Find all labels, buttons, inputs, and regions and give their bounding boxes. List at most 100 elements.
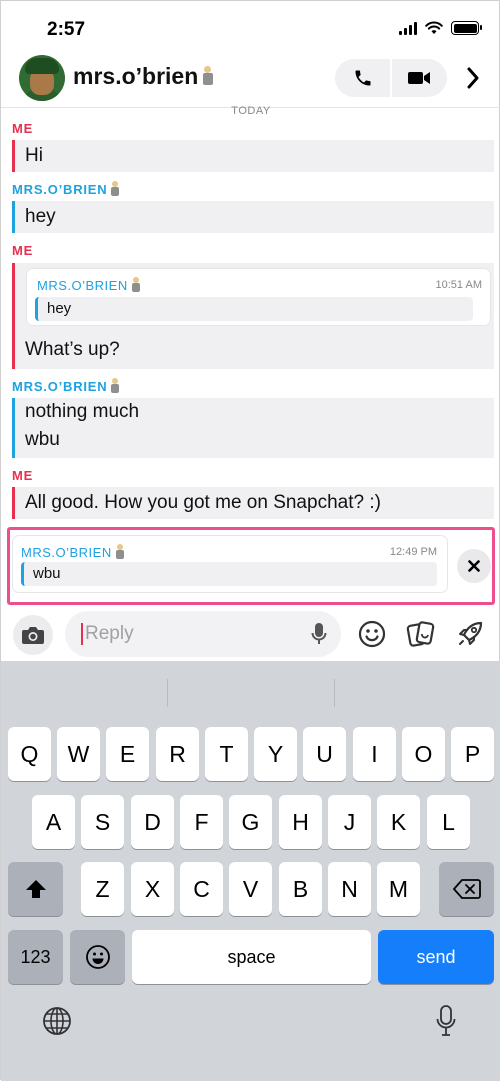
key-b[interactable]: B [279, 862, 322, 916]
rocket-icon [459, 621, 483, 645]
key-w[interactable]: W [57, 727, 100, 781]
reply-preview-sender: MRS.O’BRIEN [21, 544, 124, 560]
key-a[interactable]: A [32, 795, 75, 849]
reply-input[interactable]: Reply [65, 611, 341, 657]
close-icon [468, 560, 480, 572]
key-j[interactable]: J [328, 795, 371, 849]
camera-icon [22, 627, 44, 644]
key-c[interactable]: C [180, 862, 223, 916]
message-text: wbu [25, 429, 60, 450]
date-label: TODAY [231, 105, 271, 117]
sender-name: MRS.O’BRIEN [12, 379, 108, 394]
battery-icon [451, 21, 482, 35]
key-i[interactable]: I [353, 727, 396, 781]
key-s[interactable]: S [81, 795, 124, 849]
backspace-key[interactable] [439, 862, 494, 916]
message-bubble[interactable]: All good. How you got me on Snapchat? :) [12, 487, 494, 519]
key-z[interactable]: Z [81, 862, 124, 916]
numbers-key[interactable]: 123 [8, 930, 63, 984]
signal-icon [399, 21, 417, 35]
quote-sender: MRS.O’BRIEN [37, 277, 140, 293]
avatar[interactable] [19, 55, 65, 101]
rocket-button[interactable] [453, 617, 487, 651]
dictation-button[interactable] [426, 1001, 466, 1041]
video-call-button[interactable] [392, 59, 447, 97]
mic-icon[interactable] [311, 622, 327, 646]
quoted-message[interactable]: MRS.O’BRIEN 10:51 AM hey [27, 269, 490, 325]
voice-call-button[interactable] [335, 59, 390, 97]
backspace-icon [452, 879, 481, 899]
key-d[interactable]: D [131, 795, 174, 849]
key-m[interactable]: M [377, 862, 420, 916]
key-o[interactable]: O [402, 727, 445, 781]
reply-preview-sender-name: MRS.O’BRIEN [21, 545, 112, 560]
shift-icon [25, 880, 46, 898]
person-emoji-icon [202, 66, 213, 86]
reply-preview-text: wbu [21, 562, 437, 586]
globe-icon [43, 1007, 71, 1035]
reply-placeholder: Reply [85, 623, 134, 644]
globe-button[interactable] [37, 1001, 77, 1041]
message-text: What’s up? [25, 339, 120, 360]
key-y[interactable]: Y [254, 727, 297, 781]
shift-key[interactable] [8, 862, 63, 916]
message-bubble[interactable]: Hi [12, 140, 494, 172]
quote-text: hey [35, 297, 473, 321]
key-u[interactable]: U [303, 727, 346, 781]
key-v[interactable]: V [229, 862, 272, 916]
suggestion-bar [1, 661, 500, 721]
sender-label: ME [12, 121, 34, 136]
camera-button[interactable] [13, 615, 53, 655]
key-g[interactable]: G [229, 795, 272, 849]
key-p[interactable]: P [451, 727, 494, 781]
message-text: All good. How you got me on Snapchat? :) [25, 492, 381, 513]
message-bubble[interactable]: hey [12, 201, 494, 233]
emoji-key[interactable] [70, 930, 125, 984]
message-bubble-with-quote[interactable]: MRS.O’BRIEN 10:51 AM hey What’s up? [12, 263, 494, 369]
reply-preview[interactable]: MRS.O’BRIEN 12:49 PM wbu [13, 536, 447, 592]
keyboard: Q W E R T Y U I O P A S D F G H J K L Z … [1, 661, 500, 1081]
reply-preview-time: 12:49 PM [389, 546, 437, 558]
message-text: hey [25, 206, 56, 227]
person-emoji-icon [131, 277, 140, 292]
stickers-button[interactable] [404, 617, 438, 651]
quote-time: 10:51 AM [435, 279, 482, 291]
close-reply-button[interactable] [457, 549, 491, 583]
person-emoji-icon [110, 181, 120, 196]
key-f[interactable]: F [180, 795, 223, 849]
key-e[interactable]: E [106, 727, 149, 781]
status-bar: 2:57 [1, 1, 500, 51]
status-time: 2:57 [47, 19, 86, 40]
phone-icon [355, 70, 371, 86]
sender-name: MRS.O’BRIEN [12, 182, 108, 197]
status-icons [399, 21, 482, 35]
send-key[interactable]: send [378, 930, 494, 984]
input-row: Reply [1, 605, 500, 661]
sender-label: ME [12, 468, 34, 483]
key-x[interactable]: X [131, 862, 174, 916]
video-icon [408, 72, 431, 84]
stickers-icon [406, 621, 435, 647]
chevron-right-icon[interactable] [462, 65, 484, 91]
key-k[interactable]: K [377, 795, 420, 849]
contact-name[interactable]: mrs.o’brien [73, 63, 213, 90]
key-n[interactable]: N [328, 862, 371, 916]
person-emoji-icon [110, 378, 120, 393]
key-t[interactable]: T [205, 727, 248, 781]
key-l[interactable]: L [427, 795, 470, 849]
smiley-button[interactable] [355, 617, 389, 651]
emoji-icon [85, 945, 110, 969]
smiley-icon [358, 620, 386, 648]
message-bubble[interactable]: nothing much wbu [12, 398, 494, 458]
key-h[interactable]: H [279, 795, 322, 849]
dictation-icon [436, 1005, 456, 1036]
message-text: Hi [25, 145, 43, 166]
key-q[interactable]: Q [8, 727, 51, 781]
sender-label: MRS.O’BRIEN [12, 378, 120, 394]
key-r[interactable]: R [156, 727, 199, 781]
contact-name-text: mrs.o’brien [73, 63, 199, 89]
wifi-icon [425, 21, 443, 34]
message-text: nothing much [25, 401, 140, 422]
text-cursor [81, 623, 83, 645]
space-key[interactable]: space [132, 930, 371, 984]
